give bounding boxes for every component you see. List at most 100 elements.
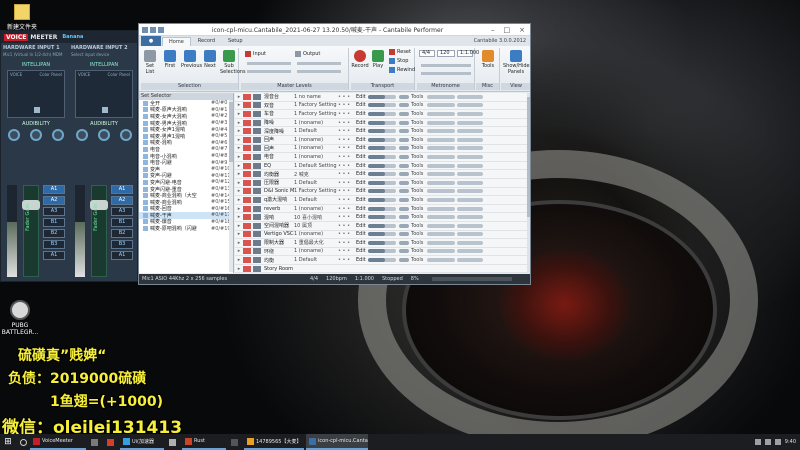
bus-button-a1[interactable]: A1 (111, 185, 133, 194)
intellipan-pad[interactable]: VOICE Color Panel (7, 70, 65, 118)
level-slider[interactable] (427, 240, 455, 245)
audibility-knob[interactable] (98, 129, 110, 141)
edit-button[interactable]: Edit (356, 102, 368, 108)
expand-icon[interactable]: ▸ (235, 231, 243, 237)
expand-icon[interactable]: ▸ (235, 214, 243, 220)
level-slider[interactable] (427, 249, 455, 254)
mix-toggle[interactable] (399, 180, 409, 185)
pan-slider[interactable] (457, 111, 483, 116)
intellipan-cursor[interactable] (102, 107, 108, 113)
mix-toggle[interactable] (399, 189, 409, 194)
bus-button-a3[interactable]: A3 (43, 207, 65, 216)
rack-ctl[interactable]: • • • (338, 102, 356, 108)
expand-icon[interactable]: ▸ (235, 137, 243, 143)
taskbar-app[interactable]: Rust (182, 434, 226, 450)
power-toggle[interactable] (243, 179, 251, 186)
level-slider[interactable] (427, 232, 455, 237)
power-toggle[interactable] (243, 93, 251, 100)
taskbar-app[interactable] (228, 434, 242, 450)
edit-button[interactable]: Edit (356, 223, 368, 229)
gain-slider[interactable] (368, 240, 396, 245)
expand-icon[interactable]: ▸ (235, 197, 243, 203)
edit-button[interactable]: Edit (356, 188, 368, 194)
rack-preset[interactable]: 1 Factory Setting (294, 188, 338, 194)
level-slider[interactable] (427, 103, 455, 108)
cantabile-window[interactable]: icon-cpl-micu.Cantabile_2021-06-27 13.20… (138, 23, 531, 285)
edit-button[interactable]: Edit (356, 94, 368, 100)
mix-toggle[interactable] (399, 154, 409, 159)
expand-icon[interactable]: ▸ (235, 120, 243, 126)
mix-toggle[interactable] (399, 215, 409, 220)
rack-preset[interactable]: 1 (noname) (294, 145, 338, 151)
edit-button[interactable]: Edit (356, 197, 368, 203)
cantabile-titlebar[interactable]: icon-cpl-micu.Cantabile_2021-06-27 13.20… (139, 24, 530, 36)
mix-toggle[interactable] (399, 103, 409, 108)
record-button[interactable]: Record (351, 50, 369, 69)
power-toggle[interactable] (243, 265, 251, 272)
previous-button[interactable]: Previous (181, 50, 202, 69)
taskbar-app[interactable]: Ui(加速器 (120, 434, 164, 450)
rack-row[interactable]: ▸ 混响 10 喜小混响 • • • Edit Tools (235, 213, 530, 222)
rack-preset[interactable]: 1 Factory Setting (294, 102, 338, 108)
edit-button[interactable]: Edit (356, 206, 368, 212)
rack-ctl[interactable]: • • • (338, 94, 356, 100)
scrollbar-thumb[interactable] (527, 97, 530, 217)
mix-toggle[interactable] (399, 223, 409, 228)
taskbar-app[interactable] (104, 434, 118, 450)
level-slider[interactable] (427, 94, 455, 99)
bus-button-a1[interactable]: A1 (43, 185, 65, 194)
edit-button[interactable]: Edit (356, 128, 368, 134)
stop-button[interactable]: Stop (389, 58, 408, 64)
output-level[interactable]: Output (295, 51, 320, 57)
tools-button[interactable]: Tools (411, 102, 427, 108)
rack-preset[interactable]: 10 属顶 (294, 222, 338, 229)
tools-button[interactable]: Tools (411, 111, 427, 117)
rack-row[interactable]: ▸ 限制大器 1 重倡最大化 • • • Edit Tools (235, 239, 530, 248)
power-toggle[interactable] (243, 153, 251, 160)
pan-slider[interactable] (457, 215, 483, 220)
mix-toggle[interactable] (399, 94, 409, 99)
mix-toggle[interactable] (399, 129, 409, 134)
metronome-slider[interactable] (421, 64, 471, 67)
song-list-item[interactable]: 喊麦-原吧混响（闪避 #0/#19 (139, 225, 233, 232)
edit-button[interactable]: Edit (356, 257, 368, 263)
clock[interactable]: 9:40 (785, 439, 796, 445)
rack-preset[interactable]: 1 (noname) (294, 206, 338, 212)
expand-icon[interactable]: ▸ (235, 180, 243, 186)
tools-button[interactable]: Tools (411, 171, 427, 177)
gain-slider[interactable] (368, 258, 396, 263)
rack-ctl[interactable]: • • • (338, 188, 356, 194)
power-toggle[interactable] (243, 162, 251, 169)
power-toggle[interactable] (243, 222, 251, 229)
save-icon[interactable] (142, 26, 148, 33)
level-slider[interactable] (427, 163, 455, 168)
quick-access-toolbar[interactable] (142, 26, 164, 33)
rack-row[interactable]: ▸ 压限器 1 Default • • • Edit Tools (235, 179, 530, 188)
strip-title[interactable]: HARDWARE INPUT 1 (3, 45, 69, 52)
rack-preset[interactable]: 1 Default (294, 180, 338, 186)
taskbar-app[interactable]: 14789565【大麦】 (244, 434, 304, 450)
search-icon[interactable] (16, 434, 30, 450)
mix-toggle[interactable] (399, 240, 409, 245)
rack-row[interactable]: ▸ Story Room (235, 265, 530, 273)
rack-row[interactable]: ▸ q激大混响 1 Default • • • Edit Tools (235, 196, 530, 205)
expand-icon[interactable]: ▸ (235, 102, 243, 108)
rack-preset[interactable]: 10 喜小混响 (294, 214, 338, 221)
tools-button[interactable]: Tools (411, 231, 427, 237)
rack-row[interactable]: ▸ 均衡 1 Default • • • Edit Tools (235, 256, 530, 265)
intellipan-pad[interactable]: VOICE Color Panel (75, 70, 133, 118)
gain-slider[interactable] (368, 129, 396, 134)
pan-slider[interactable] (457, 120, 483, 125)
rack-row[interactable]: ▸ 空间混响器 10 属顶 • • • Edit Tools (235, 222, 530, 231)
expand-icon[interactable]: ▸ (235, 128, 243, 134)
pan-slider[interactable] (457, 206, 483, 211)
desktop-icon-notes[interactable]: 新建文件夹 (4, 4, 40, 31)
tab-setup[interactable]: Setup (222, 37, 249, 46)
taskbar-app[interactable]: VoiceMeeter (30, 434, 86, 450)
power-toggle[interactable] (243, 119, 251, 126)
tools-button[interactable]: Tools (411, 223, 427, 229)
tempo-field[interactable]: 120 (437, 50, 455, 57)
mix-toggle[interactable] (399, 146, 409, 151)
expand-icon[interactable]: ▸ (235, 257, 243, 263)
bus-button-a1[interactable]: A1 (43, 251, 65, 260)
